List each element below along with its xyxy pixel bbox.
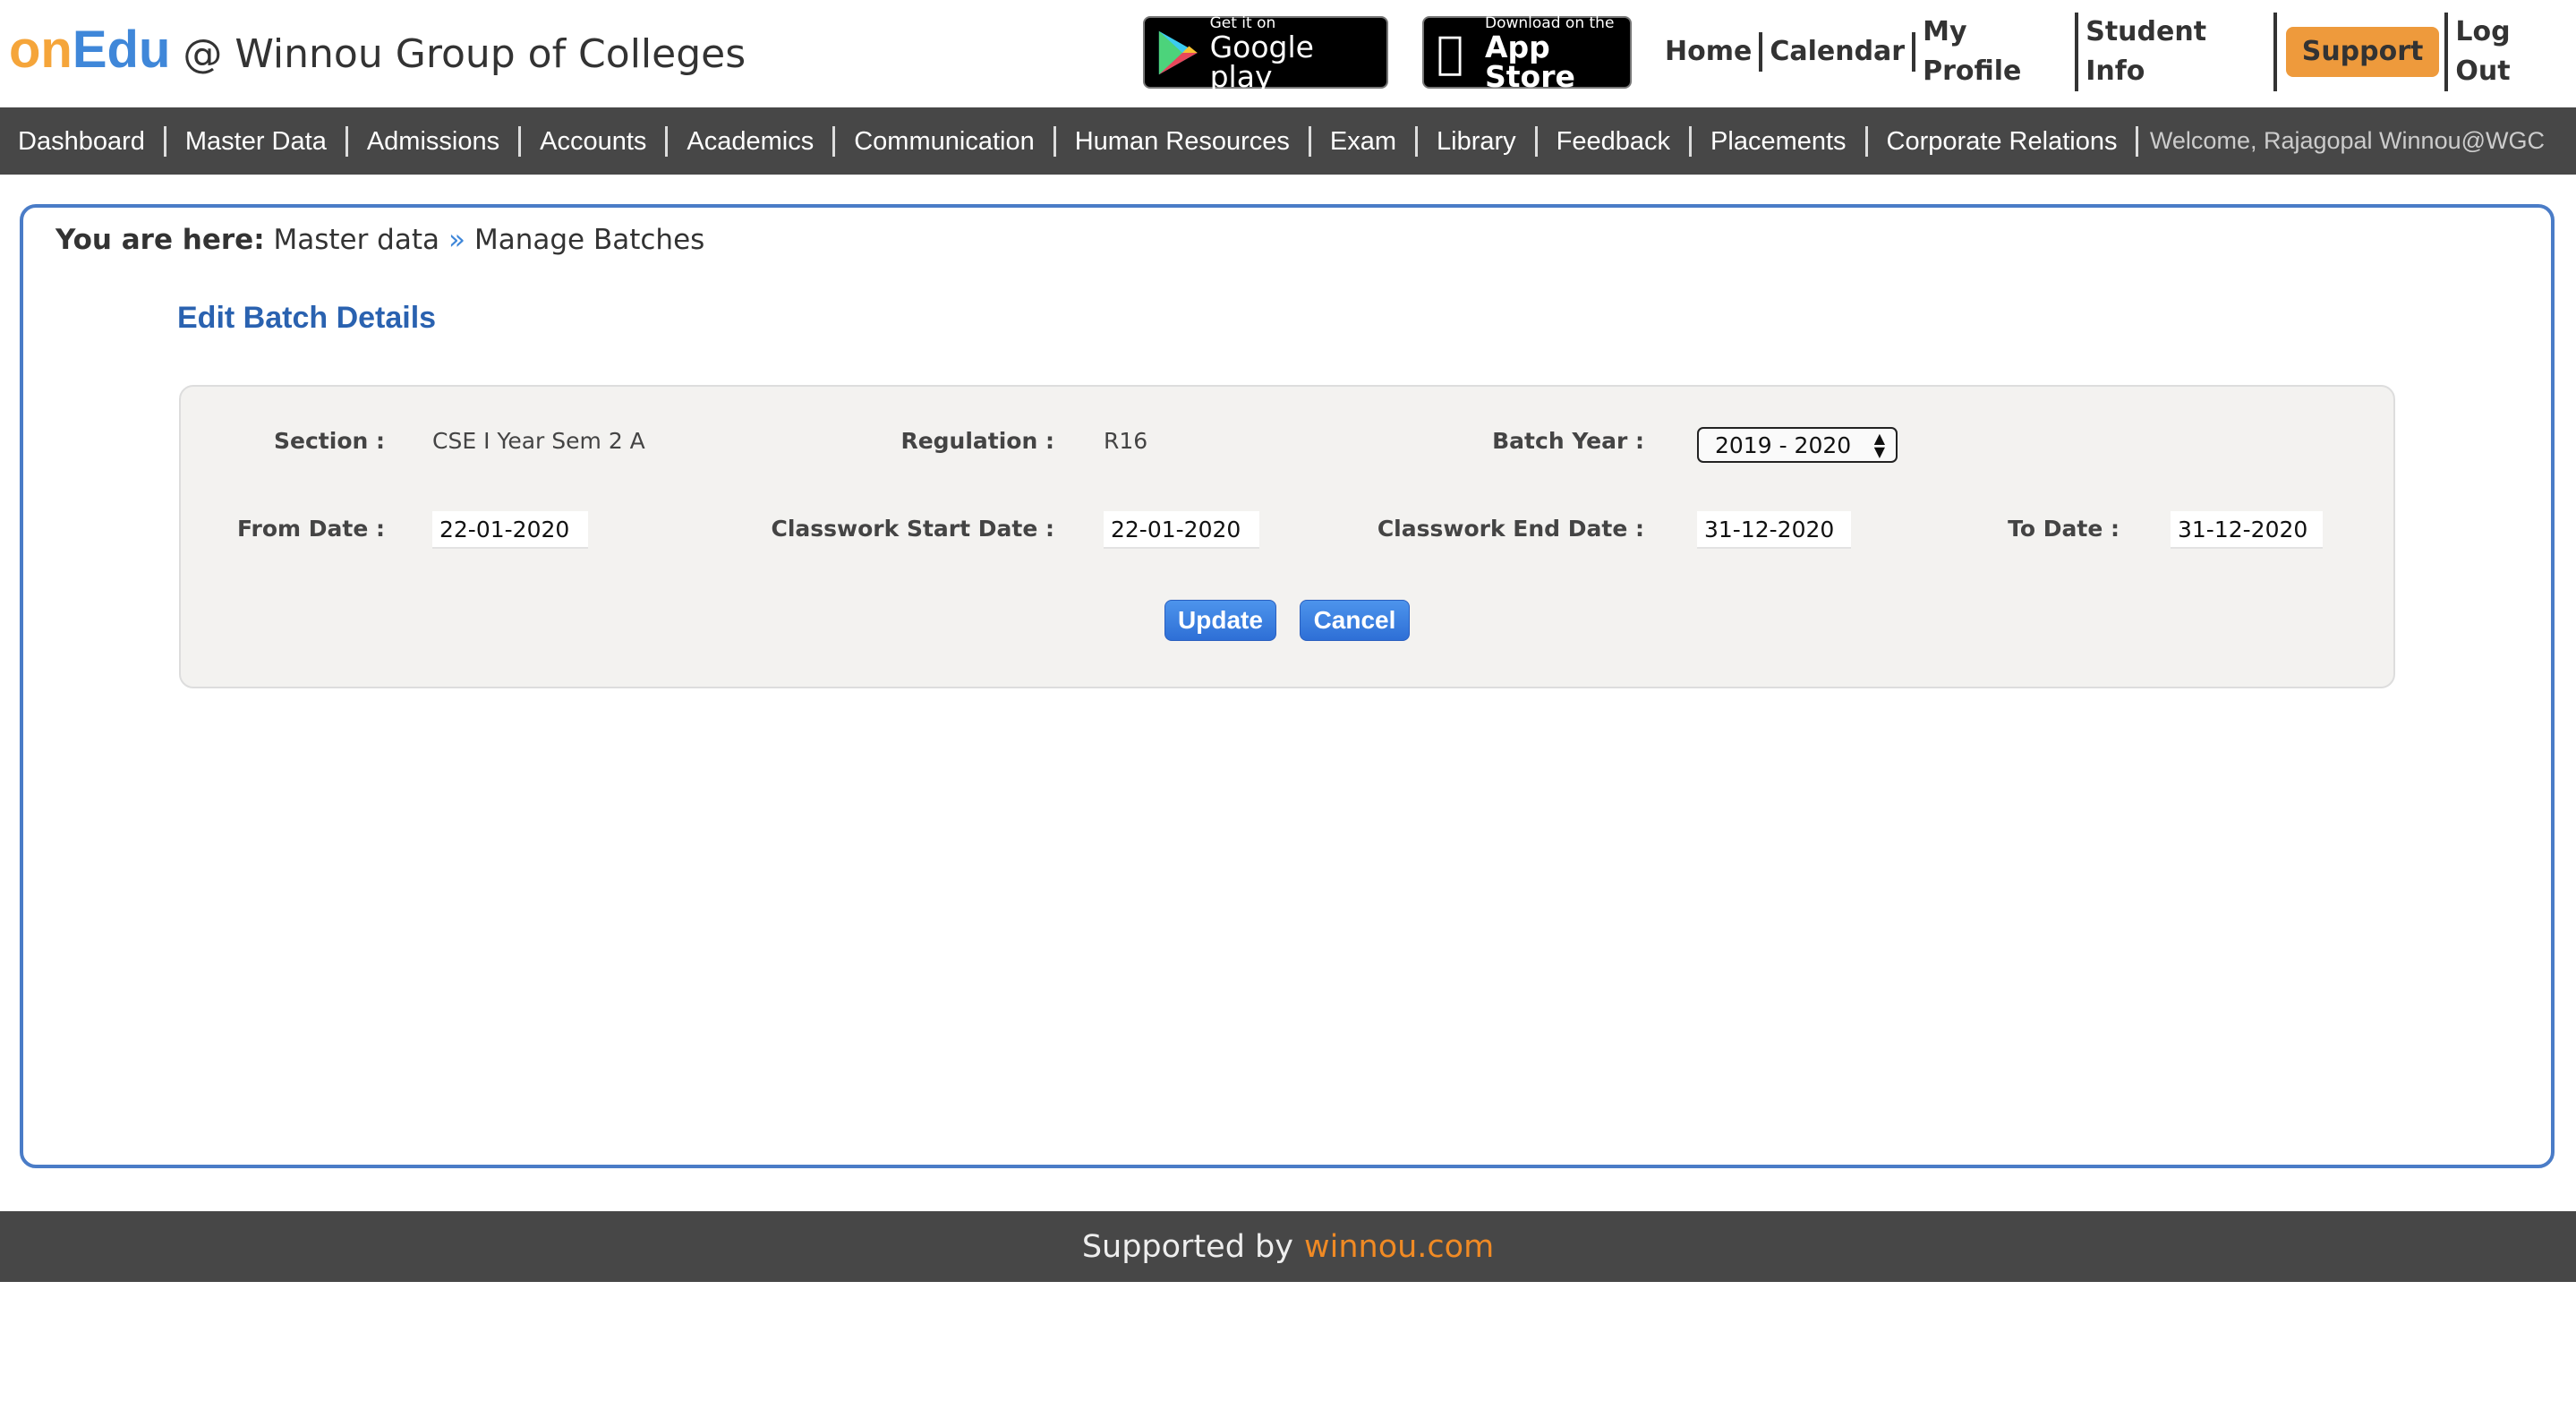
section-label: Section : <box>274 428 385 454</box>
page-title: Edit Batch Details <box>177 301 437 335</box>
org-name: @ Winnou Group of Colleges <box>183 31 746 77</box>
from-date-input[interactable]: 22-01-2020 <box>432 511 588 549</box>
footer-link[interactable]: winnou.com <box>1304 1229 1494 1265</box>
nav-placements[interactable]: Placements <box>1692 125 1868 157</box>
top-links: Home Calendar My Profile Student Info Su… <box>1658 13 2576 91</box>
batch-year-label: Batch Year : <box>1492 428 1644 454</box>
cancel-button[interactable]: Cancel <box>1300 600 1410 641</box>
welcome-text: Welcome, Rajagopal Winnou@WGC <box>2149 127 2545 154</box>
apple-icon:  <box>1437 30 1463 75</box>
from-date-label: From Date : <box>237 516 385 542</box>
section-value: CSE I Year Sem 2 A <box>432 428 645 454</box>
to-date-input[interactable]: 31-12-2020 <box>2171 511 2323 549</box>
classwork-start-date-label: Classwork Start Date : <box>771 516 1054 542</box>
nav-dashboard[interactable]: Dashboard <box>0 125 166 157</box>
nav-academics[interactable]: Academics <box>668 125 836 157</box>
play-store-icon <box>1158 30 1198 74</box>
breadcrumb-manage-batches: Manage Batches <box>473 224 705 256</box>
google-play-badge[interactable]: Get it on Google play <box>1143 14 1388 91</box>
classwork-end-date-label: Classwork End Date : <box>1377 516 1644 542</box>
logout-link[interactable]: Log Out <box>2444 13 2576 91</box>
student-info-link[interactable]: Student Info <box>2078 13 2277 91</box>
my-profile-link[interactable]: My Profile <box>1915 13 2079 91</box>
nav-feedback[interactable]: Feedback <box>1538 125 1693 157</box>
to-date-label: To Date : <box>2008 516 2120 542</box>
nav-admissions[interactable]: Admissions <box>348 125 522 157</box>
breadcrumb-master-data[interactable]: Master data <box>273 224 439 256</box>
breadcrumb-separator: » <box>448 224 465 256</box>
nav-accounts[interactable]: Accounts <box>521 125 669 157</box>
app-store-badge[interactable]:  Download on theApp Store <box>1422 14 1632 91</box>
nav-corporate-relations[interactable]: Corporate Relations <box>1868 125 2139 157</box>
breadcrumb: You are here: Master data» Manage Batches <box>55 224 705 256</box>
batch-year-select[interactable]: 2019 - 2020 ▲ ▼ <box>1697 427 1898 463</box>
nav-exam[interactable]: Exam <box>1311 125 1419 157</box>
home-link[interactable]: Home <box>1658 32 1763 72</box>
regulation-value: R16 <box>1104 428 1148 454</box>
support-button[interactable]: Support <box>2285 27 2440 77</box>
nav-human-resources[interactable]: Human Resources <box>1056 125 1311 157</box>
app-logo[interactable]: onEdu @ Winnou Group of Colleges <box>9 20 746 80</box>
nav-communication[interactable]: Communication <box>835 125 1056 157</box>
main-nav: Dashboard Master Data Admissions Account… <box>0 107 2576 175</box>
nav-master-data[interactable]: Master Data <box>166 125 348 157</box>
nav-library[interactable]: Library <box>1418 125 1538 157</box>
calendar-link[interactable]: Calendar <box>1762 32 1916 72</box>
footer: Supported by winnou.com <box>0 1211 2576 1282</box>
select-arrows-icon: ▲ ▼ <box>1873 430 1885 460</box>
classwork-start-date-input[interactable]: 22-01-2020 <box>1104 511 1259 549</box>
update-button[interactable]: Update <box>1164 600 1276 641</box>
regulation-label: Regulation : <box>900 428 1054 454</box>
footer-text: Supported by <box>1081 1228 1293 1265</box>
